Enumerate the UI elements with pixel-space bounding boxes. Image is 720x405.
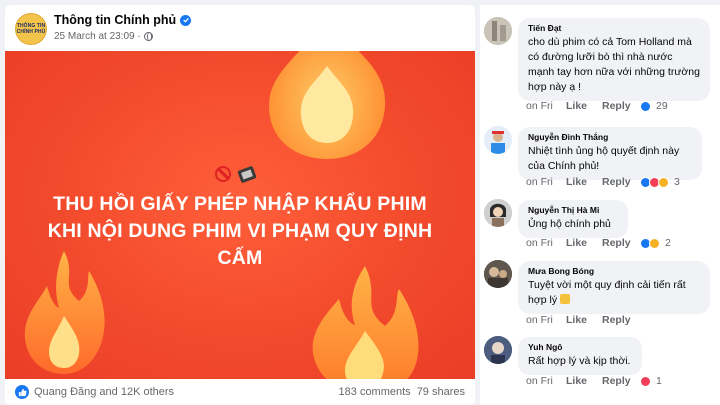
comments-panel: Tiến Đạt cho dù phim có cả Tom Holland m… [480, 5, 720, 405]
comment-like-button[interactable]: Like [566, 176, 602, 188]
headline-line-1: THU HỒI GIẤY PHÉP NHẬP KHẨU PHIM [53, 193, 427, 215]
comment-time[interactable]: on Fri [526, 314, 566, 326]
avatar[interactable] [484, 260, 512, 288]
comment-like-button[interactable]: Like [566, 100, 602, 112]
comment-reactions[interactable]: 29 [640, 100, 668, 112]
post-card: THÔNG TIN CHÍNH PHỦ Thông tin Chính phủ … [5, 5, 475, 405]
comment-bubble: Yuh Ngô Rất hợp lý và kịp thời. [518, 337, 642, 375]
comment-text: Nhiệt tình ủng hộ quyết định này của Chí… [528, 145, 680, 172]
post-header: THÔNG TIN CHÍNH PHỦ Thông tin Chính phủ … [5, 5, 475, 51]
post-image[interactable]: THU HỒI GIẤY PHÉP NHẬP KHẨU PHIM KHI NỘI… [5, 51, 475, 379]
headline-line-2: KHI NỘI DUNG PHIM VI PHẠM QUY ĐỊNH [47, 220, 433, 242]
flame-icon [312, 266, 419, 379]
comment-bubble: Tiến Đạt cho dù phim có cả Tom Holland m… [518, 18, 710, 101]
haha-reaction-icon [649, 237, 660, 249]
comment-text: Rất hợp lý và kịp thời. [528, 355, 631, 367]
avatar[interactable] [484, 17, 512, 45]
film-icon [237, 165, 257, 183]
comment-actions: on Fri Like Reply 2 [526, 237, 671, 249]
headline-line-3: CẤM [217, 247, 263, 269]
comment-reply-button[interactable]: Reply [602, 314, 640, 326]
comments-count[interactable]: 183 comments [339, 386, 411, 398]
like-reaction-icon [15, 385, 29, 399]
comment-text: cho dù phim có cả Tom Holland mà có đườn… [528, 36, 700, 93]
comment-reply-button[interactable]: Reply [602, 237, 640, 249]
commenter-name[interactable]: Mưa Bong Bóng [528, 266, 700, 276]
reaction-count: 2 [665, 237, 671, 249]
comment-reply-button[interactable]: Reply [602, 176, 640, 188]
comment-time[interactable]: on Fri [526, 375, 566, 387]
comment-time[interactable]: on Fri [526, 100, 566, 112]
post-stats: 183 comments 79 shares [339, 386, 465, 398]
page-name-row: Thông tin Chính phủ [54, 13, 192, 27]
banner-icons [215, 165, 257, 183]
like-reaction-icon [640, 100, 651, 112]
comment-bubble: Nguyễn Đình Thắng Nhiệt tình ủng hộ quyế… [518, 127, 702, 180]
comment-reactions[interactable]: 3 [640, 176, 680, 188]
comment-text: Tuyệt vời một quy định cải tiến rất hợp … [528, 278, 700, 308]
love-reaction-icon [640, 375, 651, 387]
comment-time[interactable]: on Fri [526, 176, 566, 188]
post-footer: Quang Đăng and 12K others 183 comments 7… [5, 379, 475, 405]
avatar[interactable] [484, 126, 512, 154]
avatar[interactable] [484, 336, 512, 364]
page-name-link[interactable]: Thông tin Chính phủ [54, 13, 176, 27]
comment-text-body: Tuyệt vời một quy định cải tiến rất hợp … [528, 279, 686, 306]
comment-like-button[interactable]: Like [566, 237, 602, 249]
reaction-count: 29 [656, 100, 668, 112]
post-timestamp-row: 25 March at 23:09 · [54, 31, 153, 42]
comment-like-button[interactable]: Like [566, 375, 602, 387]
globe-icon [143, 32, 153, 41]
commenter-name[interactable]: Yuh Ngô [528, 342, 632, 352]
comment-actions: on Fri Like Reply [526, 314, 640, 326]
comment-reply-button[interactable]: Reply [602, 375, 640, 387]
comment-time[interactable]: on Fri [526, 237, 566, 249]
comment-actions: on Fri Like Reply 3 [526, 176, 680, 188]
reaction-count: 1 [656, 375, 662, 387]
prohibited-icon [215, 166, 231, 182]
post-headline: THU HỒI GIẤY PHÉP NHẬP KHẨU PHIM KHI NỘI… [5, 191, 475, 272]
post-timestamp[interactable]: 25 March at 23:09 · [54, 31, 141, 42]
commenter-name[interactable]: Nguyễn Thị Hà Mi [528, 205, 618, 215]
comment-bubble: Nguyễn Thị Hà Mi Ủng hộ chính phủ [518, 200, 628, 238]
commenter-name[interactable]: Tiến Đạt [528, 23, 700, 33]
thumbs-up-emoji-icon [560, 294, 570, 304]
avatar[interactable] [484, 199, 512, 227]
reactions-summary[interactable]: Quang Đăng and 12K others [34, 386, 174, 398]
verified-badge-icon [180, 14, 192, 26]
commenter-name[interactable]: Nguyễn Đình Thắng [528, 132, 692, 142]
comment-text: Ủng hộ chính phủ [528, 218, 611, 230]
avatar-text-line-2: CHÍNH PHỦ [16, 29, 46, 35]
shares-count[interactable]: 79 shares [417, 386, 465, 398]
comment-actions: on Fri Like Reply 29 [526, 100, 668, 112]
flame-icon [269, 51, 386, 159]
page-avatar[interactable]: THÔNG TIN CHÍNH PHỦ [15, 13, 47, 45]
care-reaction-icon [658, 176, 669, 188]
comment-like-button[interactable]: Like [566, 314, 602, 326]
facebook-post-view: THÔNG TIN CHÍNH PHỦ Thông tin Chính phủ … [0, 0, 720, 405]
comment-reactions[interactable]: 1 [640, 375, 662, 387]
reaction-count: 3 [674, 176, 680, 188]
comment-actions: on Fri Like Reply 1 [526, 375, 662, 387]
comment-reactions[interactable]: 2 [640, 237, 671, 249]
comment-reply-button[interactable]: Reply [602, 100, 640, 112]
comment-bubble: Mưa Bong Bóng Tuyệt vời một quy định cải… [518, 261, 710, 314]
